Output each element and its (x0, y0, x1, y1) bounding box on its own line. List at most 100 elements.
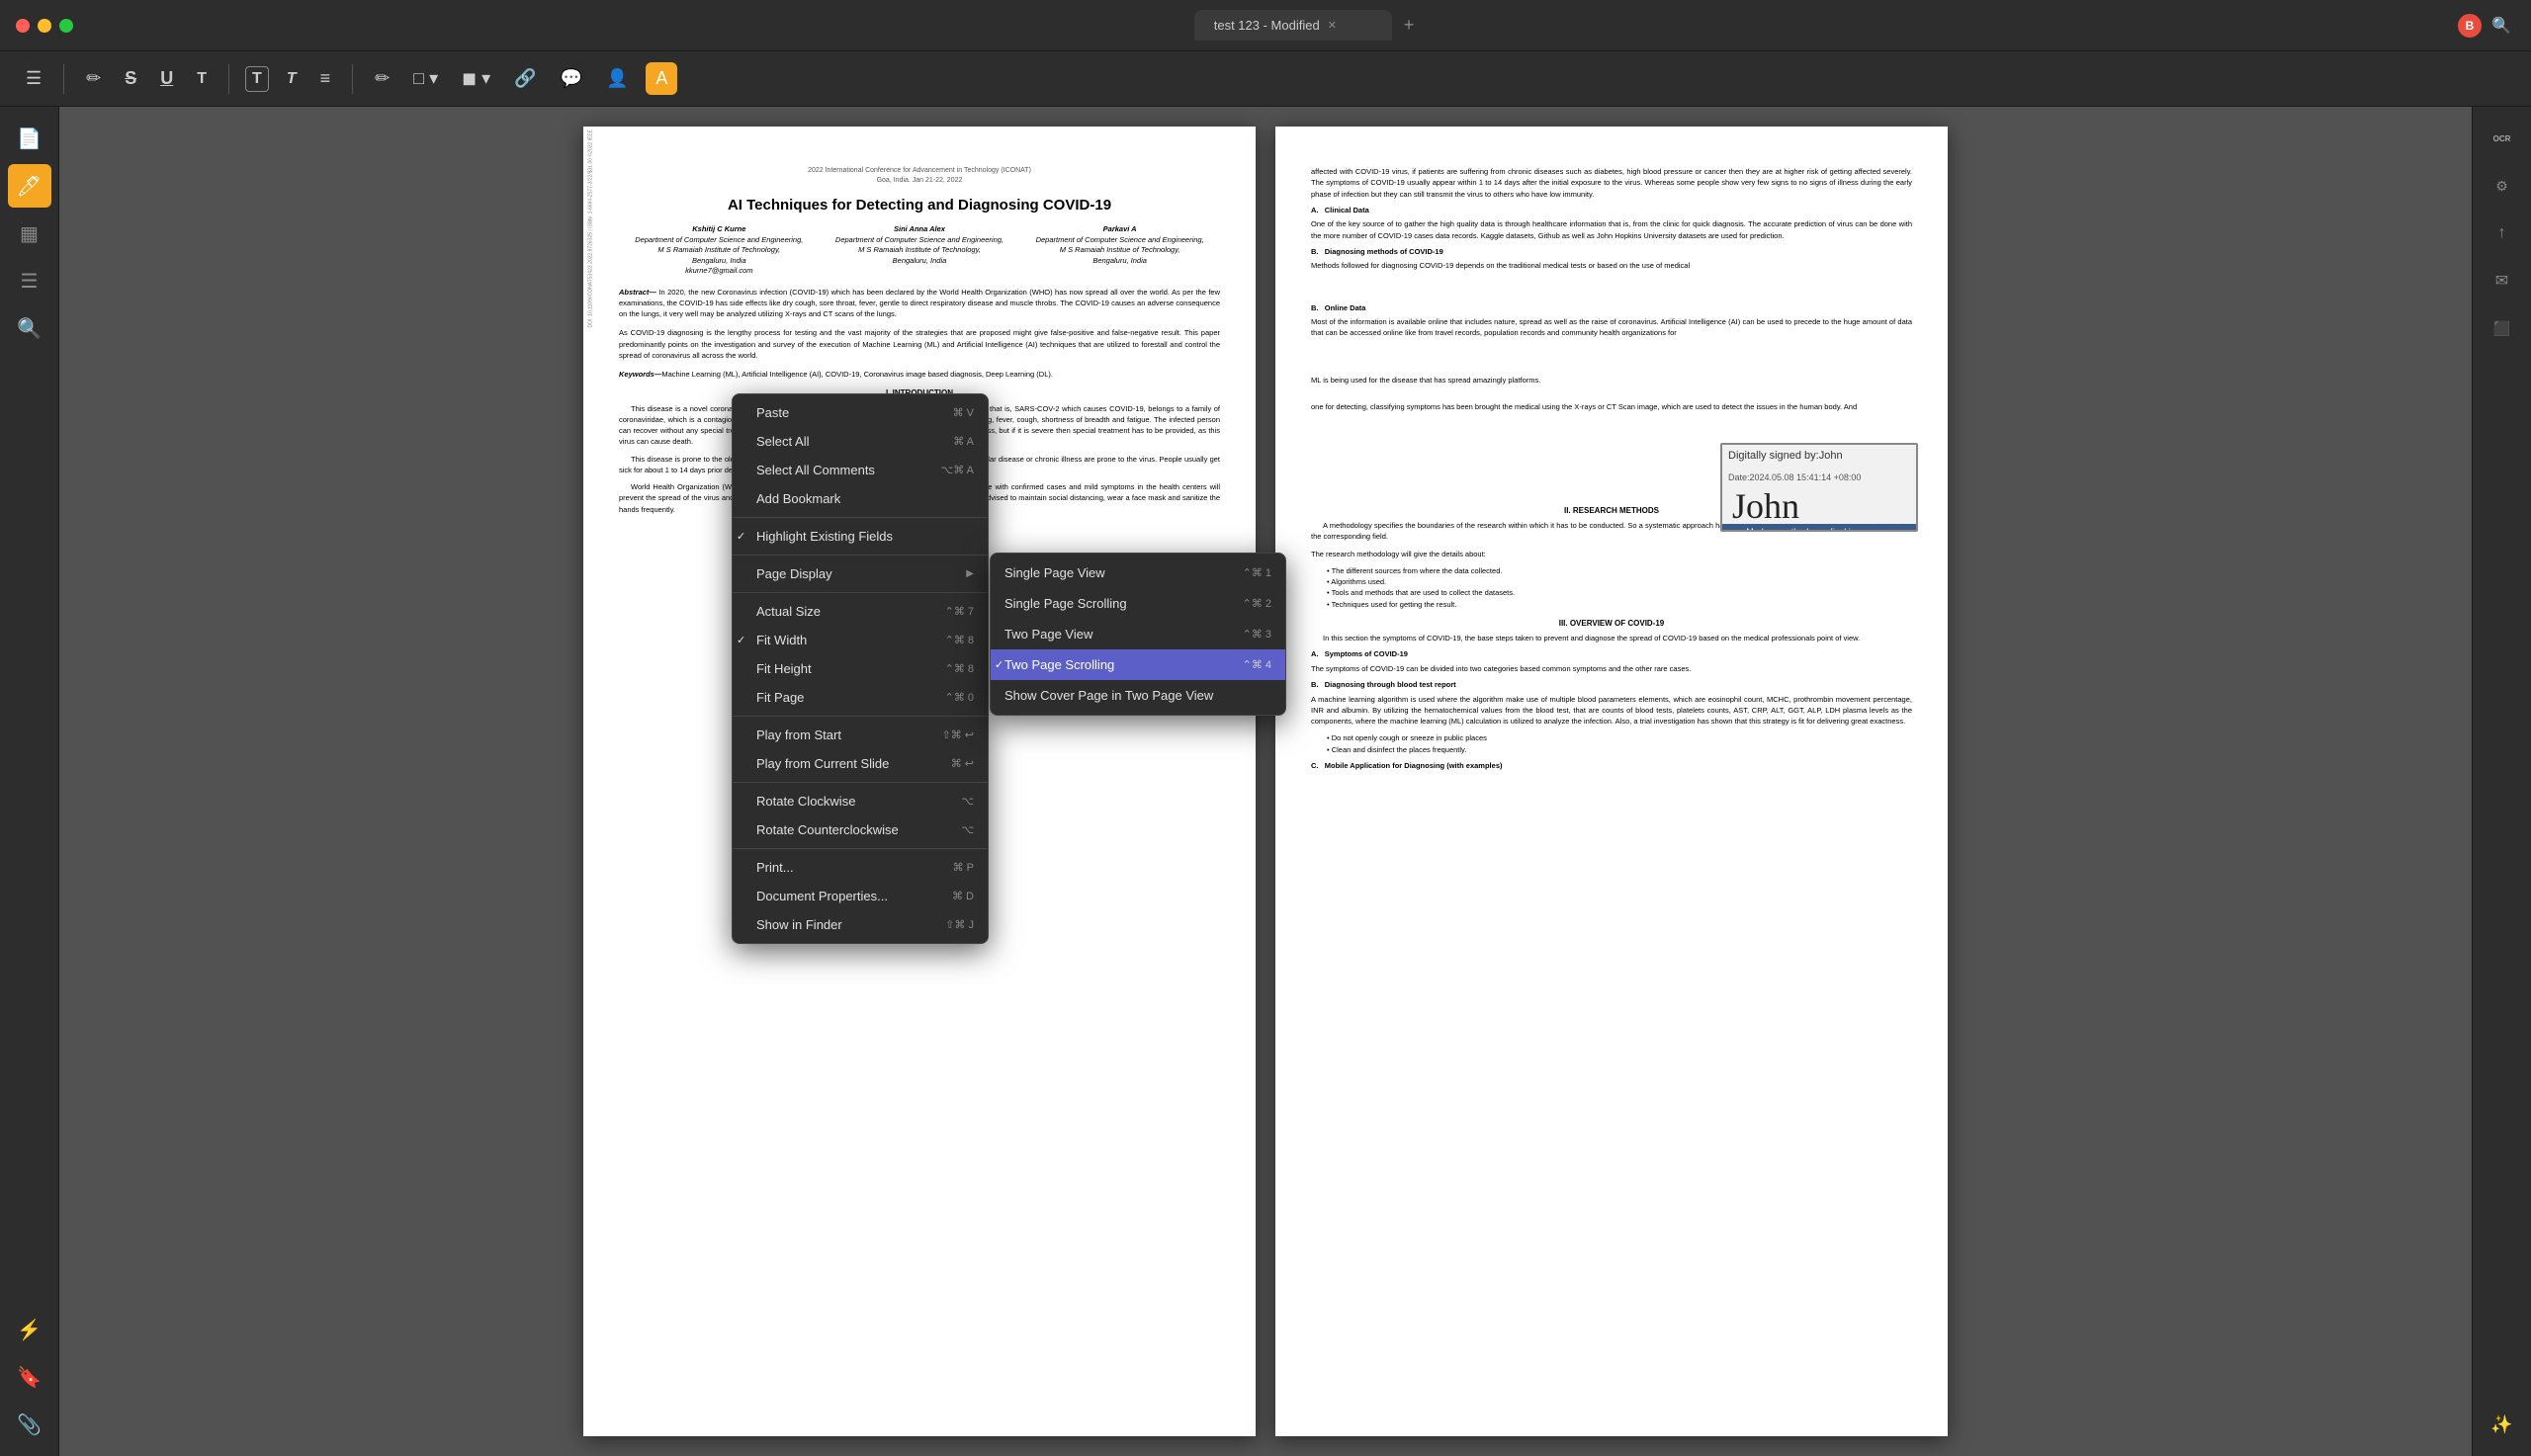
menu-item-fit-height[interactable]: Fit Height ⌃⌘ 8 (733, 654, 988, 683)
maximize-button[interactable] (59, 19, 73, 33)
submenu-single-page-view-shortcut: ⌃⌘ 1 (1243, 566, 1271, 579)
close-button[interactable] (16, 19, 30, 33)
menu-item-select-all-comments-shortcut: ⌥⌘ A (941, 464, 974, 476)
compress-panel-icon[interactable]: ⚙ (2481, 164, 2524, 208)
tab-close-button[interactable]: ✕ (1328, 19, 1337, 32)
strikethrough-tool-icon[interactable]: S (119, 62, 142, 95)
menu-item-paste-shortcut: ⌘ V (953, 406, 974, 419)
section-b2-title: B. Online Data (1311, 303, 1912, 314)
menu-item-page-display-label: Page Display (746, 566, 966, 581)
menu-item-play-start[interactable]: Play from Start ⇧⌘ ↩ (733, 721, 988, 749)
menu-item-select-all-comments[interactable]: Select All Comments ⌥⌘ A (733, 456, 988, 484)
pdf-page-right: affected with COVID-19 virus, if patient… (1275, 127, 1948, 1436)
menu-item-play-current-shortcut: ⌘ ↩ (951, 757, 974, 770)
page-display-submenu: Single Page View ⌃⌘ 1 Single Page Scroll… (990, 553, 1286, 716)
overview-text: In this section the symptoms of COVID-19… (1311, 633, 1912, 643)
paper-title: AI Techniques for Detecting and Diagnosi… (619, 196, 1220, 215)
menu-item-print-shortcut: ⌘ P (953, 861, 974, 874)
precautions-list: • Do not openly cough or sneeze in publi… (1311, 732, 1912, 755)
sidebar-outline-icon[interactable]: ☰ (8, 259, 51, 302)
signature-info: Digitally signed by:John (1722, 445, 1916, 468)
paper-conference: 2022 International Conference for Advanc… (619, 166, 1220, 186)
underline-tool-icon[interactable]: U (154, 62, 179, 95)
pencil-tool-icon[interactable]: ✏ (369, 62, 395, 95)
submenu-show-cover-page-label: Show Cover Page in Two Page View (1004, 688, 1213, 703)
menu-item-print[interactable]: Print... ⌘ P (733, 853, 988, 882)
menu-item-show-finder-label: Show in Finder (746, 917, 935, 932)
menu-item-fit-page-shortcut: ⌃⌘ 0 (945, 691, 974, 704)
research-list: • The different sources from where the d… (1311, 565, 1912, 610)
menu-item-fit-page[interactable]: Fit Page ⌃⌘ 0 (733, 683, 988, 712)
clinical-data-text: One of the key source of to gather the h… (1311, 218, 1912, 241)
sidebar-bookmark-icon[interactable]: 🔖 (8, 1355, 51, 1399)
new-tab-button[interactable]: + (1404, 15, 1415, 36)
menu-item-print-label: Print... (746, 860, 943, 875)
sidebar-toggle-icon[interactable]: ☰ (20, 62, 47, 95)
menu-item-rotate-ccw-label: Rotate Counterclockwise (746, 822, 951, 837)
menu-item-show-finder[interactable]: Show in Finder ⇧⌘ J (733, 910, 988, 939)
menu-item-highlight-fields[interactable]: Highlight Existing Fields (733, 522, 988, 551)
menu-item-rotate-ccw[interactable]: Rotate Counterclockwise ⌥ (733, 815, 988, 844)
shape-tool-icon[interactable]: □ ▾ (407, 62, 444, 95)
redact-panel-icon[interactable]: ⬛ (2481, 306, 2524, 350)
toolbar-separator-2 (228, 64, 229, 94)
menu-item-rotate-cw[interactable]: Rotate Clockwise ⌥ (733, 787, 988, 815)
tab-document[interactable]: test 123 - Modified ✕ (1194, 10, 1392, 41)
share-panel-icon[interactable]: ↑ (2481, 212, 2524, 255)
menu-item-actual-size-label: Actual Size (746, 604, 935, 619)
doi-text: DOI: 10.1109/ICONAT53423.2022.9726325 | … (588, 129, 595, 328)
menu-item-select-all-label: Select All (746, 434, 943, 449)
main-content-area: DOI: 10.1109/ICONAT53423.2022.9726325 | … (59, 107, 2472, 1456)
menu-item-page-display[interactable]: Page Display ▶ (733, 559, 988, 588)
color-fill-tool-icon[interactable]: A (646, 62, 677, 95)
menu-item-actual-size[interactable]: Actual Size ⌃⌘ 7 (733, 597, 988, 626)
submenu-single-page-view[interactable]: Single Page View ⌃⌘ 1 (991, 557, 1285, 588)
text-box-icon[interactable]: T (245, 66, 269, 92)
submenu-show-cover-page[interactable]: Show Cover Page in Two Page View (991, 680, 1285, 711)
link-tool-icon[interactable]: 🔗 (508, 62, 542, 95)
magic-panel-icon[interactable]: ✨ (2481, 1403, 2524, 1446)
menu-separator-5 (733, 782, 988, 783)
section-b-title: B. Diagnosing methods of COVID-19 (1311, 247, 1912, 258)
menu-item-paste[interactable]: Paste ⌘ V (733, 398, 988, 427)
menu-item-fit-height-shortcut: ⌃⌘ 8 (945, 662, 974, 675)
menu-item-play-current-label: Play from Current Slide (746, 756, 941, 771)
menu-item-select-all[interactable]: Select All ⌘ A (733, 427, 988, 456)
list-tool-icon[interactable]: ≡ (314, 62, 337, 95)
sidebar-annotation-icon[interactable]: 🖊 (8, 164, 51, 208)
text-tool-icon[interactable]: T (191, 64, 213, 94)
submenu-two-page-scrolling[interactable]: Two Page Scrolling ⌃⌘ 4 (991, 649, 1285, 680)
menu-item-play-current[interactable]: Play from Current Slide ⌘ ↩ (733, 749, 988, 778)
section-a2-title: A. Symptoms of COVID-19 (1311, 649, 1912, 660)
menu-item-fit-width[interactable]: Fit Width ⌃⌘ 8 (733, 626, 988, 654)
tab-label: test 123 - Modified (1214, 18, 1320, 33)
authors-section: Kshitij C Kurne Department of Computer S… (619, 224, 1220, 277)
sidebar-thumbnail-icon[interactable]: ▦ (8, 212, 51, 255)
highlight-tool-icon[interactable]: ✏ (80, 62, 107, 95)
stamp-tool-icon[interactable]: ◼ ▾ (456, 62, 496, 95)
menu-item-doc-props-label: Document Properties... (746, 889, 942, 903)
comment-tool-icon[interactable]: 💬 (555, 62, 588, 95)
menu-item-doc-props[interactable]: Document Properties... ⌘ D (733, 882, 988, 910)
sidebar-paperclip-icon[interactable]: 📎 (8, 1403, 51, 1446)
titlebar-search-icon[interactable]: 🔍 (2491, 16, 2511, 36)
minimize-button[interactable] (38, 19, 51, 33)
submenu-single-page-scrolling[interactable]: Single Page Scrolling ⌃⌘ 2 (991, 588, 1285, 619)
menu-item-play-start-label: Play from Start (746, 728, 932, 742)
section-3-title: III. Overview of COVID-19 (1311, 618, 1912, 629)
menu-item-paste-label: Paste (746, 405, 943, 420)
submenu-single-page-scrolling-label: Single Page Scrolling (1004, 596, 1127, 611)
traffic-lights (16, 19, 73, 33)
menu-item-add-bookmark[interactable]: Add Bookmark (733, 484, 988, 513)
sidebar-layers-icon[interactable]: ⚡ (8, 1308, 51, 1351)
person-tool-icon[interactable]: 👤 (600, 62, 634, 95)
keywords-section: As COVID-19 diagnosing is the lengthy pr… (619, 327, 1220, 361)
mail-panel-icon[interactable]: ✉ (2481, 259, 2524, 302)
submenu-two-page-view[interactable]: Two Page View ⌃⌘ 3 (991, 619, 1285, 649)
sidebar-search-icon[interactable]: 🔍 (8, 306, 51, 350)
text-callout-icon[interactable]: T (281, 64, 303, 94)
author-3: Parkavi A Department of Computer Science… (1029, 224, 1209, 277)
section-c-title: C. Mobile Application for Diagnosing (wi… (1311, 761, 1912, 772)
sidebar-document-icon[interactable]: 📄 (8, 117, 51, 160)
ocr-panel-icon[interactable]: OCR (2481, 117, 2524, 160)
